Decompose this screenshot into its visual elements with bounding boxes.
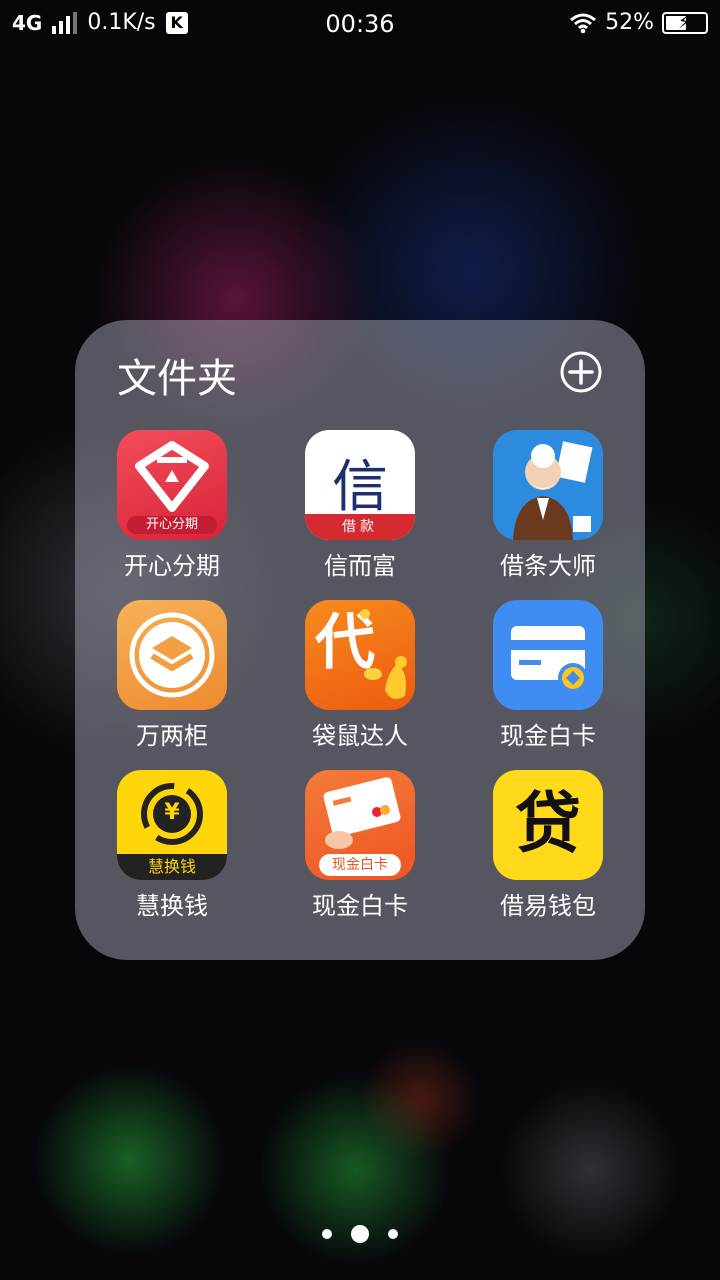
daishu-daren-icon: 代: [305, 600, 415, 710]
app-label: 现金白卡: [312, 892, 408, 920]
app-badge-text: 现金白卡: [319, 854, 401, 876]
app-folder: 文件夹 开心分期 开心分期 信 借款 信而富 借条大师 万两柜 代 袋鼠达人 现…: [75, 320, 645, 1243]
app-xianjin-baika[interactable]: 现金白卡 现金白卡: [270, 770, 450, 921]
app-huihuanqian[interactable]: ¥ 慧换钱 慧换钱: [82, 770, 262, 921]
card-icon: [493, 600, 603, 710]
app-kaixin-fenqi[interactable]: 开心分期 开心分期: [82, 430, 262, 581]
app-label: 万两柜: [136, 722, 208, 750]
page-dot[interactable]: [388, 1229, 398, 1239]
app-xinerfu[interactable]: 信 借款 信而富: [270, 430, 450, 581]
app-label: 现金白卡: [500, 722, 596, 750]
app-wanlianggui[interactable]: 万两柜: [82, 600, 262, 751]
app-jieyi-qianbao[interactable]: 贷 借易钱包: [458, 770, 638, 921]
battery-icon: ⚡: [662, 11, 708, 34]
app-label: 信而富: [324, 552, 396, 580]
app-glyph: 信: [332, 455, 388, 520]
plus-circle-icon[interactable]: [559, 350, 603, 394]
jietiao-dashi-icon: [493, 430, 603, 540]
battery-percent: 52%: [605, 10, 654, 35]
app-jietiao-dashi[interactable]: 借条大师: [458, 430, 638, 581]
xianjin-baika-icon: 现金白卡: [305, 770, 415, 880]
app-badge-text: 借款: [305, 514, 415, 540]
page-dot[interactable]: [322, 1229, 332, 1239]
jieyi-qianbao-icon: 贷: [493, 770, 603, 880]
app-label: 借条大师: [500, 552, 596, 580]
wanlianggui-icon: [117, 600, 227, 710]
app-daishu-daren[interactable]: 代 袋鼠达人: [270, 600, 450, 751]
app-label: 借易钱包: [500, 892, 596, 920]
page-dot-active[interactable]: [351, 1225, 369, 1243]
kaixin-fenqi-icon: 开心分期: [117, 430, 227, 540]
app-label: 袋鼠达人: [312, 722, 408, 750]
app-label: 慧换钱: [136, 892, 208, 920]
xinerfu-icon: 信 借款: [305, 430, 415, 540]
app-badge-text: 开心分期: [127, 516, 217, 534]
app-label: 开心分期: [124, 552, 220, 580]
app-xianjin-baika-card[interactable]: 现金白卡: [458, 600, 638, 751]
app-glyph: ¥: [164, 800, 180, 825]
app-badge-text: 慧换钱: [117, 854, 227, 880]
huihuanqian-icon: ¥ 慧换钱: [117, 770, 227, 880]
status-bar: 4G 0.1K/s K 00:36 52% ⚡: [0, 0, 720, 52]
folder-title[interactable]: 文件夹: [117, 346, 237, 404]
app-glyph: 贷: [515, 785, 581, 862]
wifi-icon: [570, 13, 597, 33]
